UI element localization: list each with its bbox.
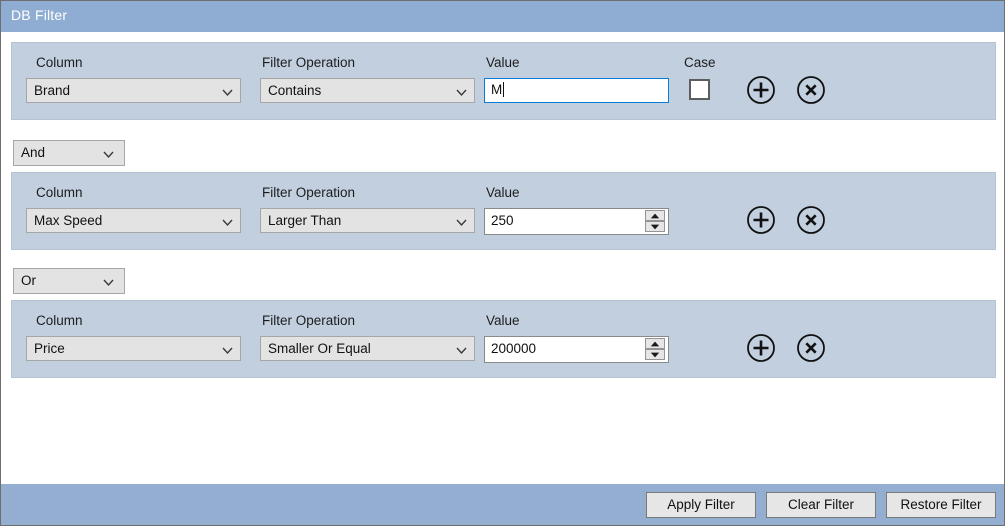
dialog-footer: Apply Filter Clear Filter Restore Filter: [1, 484, 1004, 525]
chevron-down-icon: [103, 278, 114, 287]
remove-filter-row-button[interactable]: [795, 332, 827, 364]
apply-filter-button[interactable]: Apply Filter: [646, 492, 756, 518]
spinner-down-button[interactable]: [645, 349, 665, 360]
chevron-down-icon: [456, 346, 467, 355]
operation-label: Filter Operation: [262, 185, 356, 200]
add-filter-row-button[interactable]: [745, 332, 777, 364]
circle-x-icon: [797, 76, 825, 104]
spinner-up-button[interactable]: [645, 338, 665, 349]
value-label: Value: [486, 185, 520, 200]
dialog-body: Column Brand Filter Operation Contains V…: [1, 32, 1004, 484]
chevron-down-icon: [222, 218, 233, 227]
dialog-titlebar: DB Filter: [1, 1, 1004, 32]
operation-select-value: Smaller Or Equal: [268, 341, 371, 356]
operation-select[interactable]: Contains: [260, 78, 475, 103]
circle-plus-icon: [747, 76, 775, 104]
column-select[interactable]: Price: [26, 336, 241, 361]
value-spinner-text: 200000: [491, 341, 537, 356]
text-caret: [503, 82, 505, 97]
circle-plus-icon: [747, 334, 775, 362]
add-filter-row-button[interactable]: [745, 74, 777, 106]
spinner-up-icon: [650, 341, 660, 347]
spinner-buttons: [645, 210, 665, 233]
column-select-value: Price: [34, 341, 65, 356]
operation-select-value: Larger Than: [268, 213, 342, 228]
operation-select[interactable]: Larger Than: [260, 208, 475, 233]
spinner-buttons: [645, 338, 665, 361]
value-input-text: M: [491, 82, 505, 97]
case-label: Case: [684, 55, 716, 70]
column-select[interactable]: Max Speed: [26, 208, 241, 233]
value-label: Value: [486, 55, 520, 70]
column-label: Column: [36, 55, 83, 70]
chevron-down-icon: [103, 150, 114, 159]
clear-filter-button[interactable]: Clear Filter: [766, 492, 876, 518]
chevron-down-icon: [456, 88, 467, 97]
add-filter-row-button[interactable]: [745, 204, 777, 236]
spinner-down-icon: [650, 352, 660, 358]
filter-row: Column Max Speed Filter Operation Larger…: [11, 172, 996, 250]
operation-label: Filter Operation: [262, 313, 356, 328]
value-input[interactable]: M: [484, 78, 669, 103]
value-spinner-text: 250: [491, 213, 514, 228]
spinner-up-button[interactable]: [645, 210, 665, 221]
remove-filter-row-button[interactable]: [795, 204, 827, 236]
column-label: Column: [36, 313, 83, 328]
circle-plus-icon: [747, 206, 775, 234]
value-label: Value: [486, 313, 520, 328]
filter-row: Column Price Filter Operation Smaller Or…: [11, 300, 996, 378]
operation-label: Filter Operation: [262, 55, 356, 70]
value-spinner[interactable]: 200000: [484, 336, 669, 363]
operation-select[interactable]: Smaller Or Equal: [260, 336, 475, 361]
column-select-value: Max Speed: [34, 213, 103, 228]
chevron-down-icon: [222, 88, 233, 97]
connector-select-and[interactable]: And: [13, 140, 125, 166]
spinner-down-icon: [650, 224, 660, 230]
remove-filter-row-button[interactable]: [795, 74, 827, 106]
connector-select-or[interactable]: Or: [13, 268, 125, 294]
spinner-up-icon: [650, 213, 660, 219]
spinner-down-button[interactable]: [645, 221, 665, 232]
column-label: Column: [36, 185, 83, 200]
db-filter-dialog: DB Filter Column Brand Filter Operation …: [0, 0, 1005, 526]
column-select-value: Brand: [34, 83, 71, 98]
value-spinner[interactable]: 250: [484, 208, 669, 235]
column-select[interactable]: Brand: [26, 78, 241, 103]
connector-select-value: Or: [21, 273, 36, 288]
restore-filter-button[interactable]: Restore Filter: [886, 492, 996, 518]
circle-x-icon: [797, 334, 825, 362]
dialog-title: DB Filter: [11, 7, 68, 23]
operation-select-value: Contains: [268, 83, 322, 98]
chevron-down-icon: [456, 218, 467, 227]
circle-x-icon: [797, 206, 825, 234]
connector-select-value: And: [21, 145, 46, 160]
filter-row: Column Brand Filter Operation Contains V…: [11, 42, 996, 120]
chevron-down-icon: [222, 346, 233, 355]
case-checkbox[interactable]: [689, 79, 710, 100]
